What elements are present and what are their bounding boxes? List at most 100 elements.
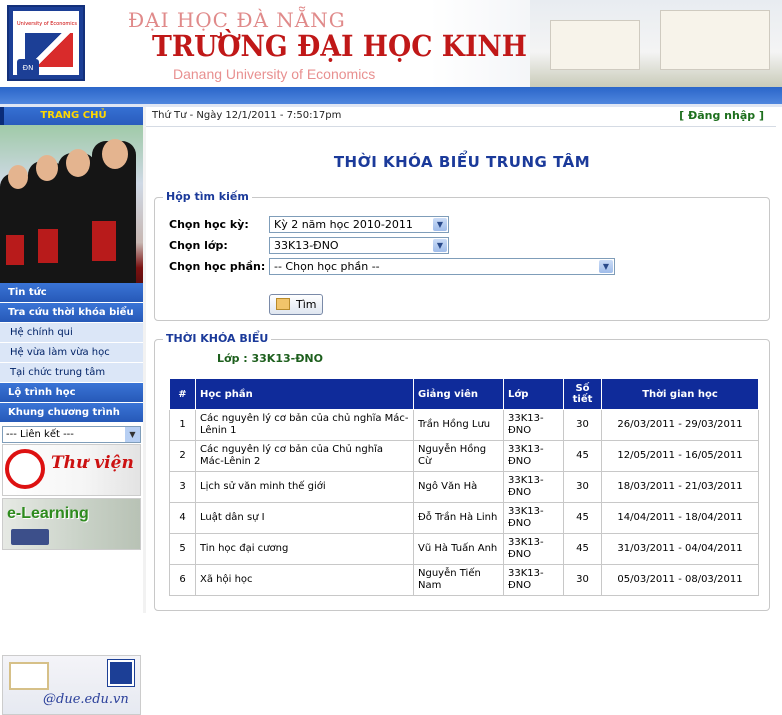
library-logo-icon bbox=[5, 449, 45, 489]
submenu-tai-chuc[interactable]: Tại chức trung tâm bbox=[0, 363, 143, 383]
cell-lecturer: Vũ Hà Tuấn Anh bbox=[413, 533, 504, 565]
elearning-label: e-Learning bbox=[7, 505, 89, 522]
header-course: Học phần bbox=[195, 378, 414, 410]
chevron-down-icon[interactable]: ▼ bbox=[433, 239, 447, 252]
library-label: Thư viện bbox=[51, 453, 134, 473]
table-header-row: # Học phần Giảng viên Lớp Số tiết Thời g… bbox=[169, 378, 759, 410]
table-row: 6 Xã hội học Nguyễn Tiến Nam 33K13-ĐNO 3… bbox=[169, 564, 759, 596]
cell-lecturer: Ngô Văn Hà bbox=[413, 471, 504, 503]
table-row: 2 Các nguyên lý cơ bản của Chủ nghĩa Mác… bbox=[169, 440, 759, 472]
cell-periods: 45 bbox=[563, 440, 602, 472]
menu-tra-cuu-tkb[interactable]: Tra cứu thời khóa biểu bbox=[0, 303, 143, 323]
main-content: Thứ Tư - Ngày 12/1/2011 - 7:50:17pm [ Đă… bbox=[146, 107, 782, 613]
university-logo[interactable]: University of Economics ĐN bbox=[7, 5, 85, 81]
cell-time: 14/04/2011 - 18/04/2011 bbox=[601, 502, 759, 534]
elearning-banner[interactable]: e-Learning bbox=[2, 498, 141, 550]
class-line: Lớp : 33K13-ĐNO bbox=[217, 352, 323, 365]
cell-no: 6 bbox=[169, 564, 196, 596]
building-shape bbox=[550, 20, 640, 70]
face-shape bbox=[8, 165, 28, 189]
cell-lecturer: Đỗ Trần Hà Linh bbox=[413, 502, 504, 534]
cell-course: Luật dân sự I bbox=[195, 502, 414, 534]
university-logo-icon bbox=[107, 659, 135, 687]
building-shape bbox=[660, 10, 770, 70]
logo-text: University of Economics bbox=[17, 21, 78, 27]
cell-time: 18/03/2011 - 21/03/2011 bbox=[601, 471, 759, 503]
table-row: 1 Các nguyên lý cơ bản của chủ nghĩa Mác… bbox=[169, 409, 759, 441]
login-link[interactable]: [ Đăng nhập ] bbox=[679, 109, 764, 122]
cell-lecturer: Nguyễn Hồng Cừ bbox=[413, 440, 504, 472]
cell-course: Lịch sử văn minh thế giới bbox=[195, 471, 414, 503]
class-select[interactable]: 33K13-ĐNO ▼ bbox=[269, 237, 449, 254]
cell-course: Tin học đại cương bbox=[195, 533, 414, 565]
semester-select[interactable]: Kỳ 2 năm học 2010-2011 ▼ bbox=[269, 216, 449, 233]
cell-lecturer: Trần Hồng Lưu bbox=[413, 409, 504, 441]
schedule-table: # Học phần Giảng viên Lớp Số tiết Thời g… bbox=[169, 378, 759, 596]
nav-bar bbox=[0, 87, 782, 104]
logo-seal: ĐN bbox=[17, 59, 39, 77]
cell-periods: 30 bbox=[563, 564, 602, 596]
cell-no: 5 bbox=[169, 533, 196, 565]
cell-no: 3 bbox=[169, 471, 196, 503]
home-link[interactable]: TRANG CHỦ bbox=[0, 107, 143, 125]
cell-class: 33K13-ĐNO bbox=[503, 440, 564, 472]
cell-course: Các nguyên lý cơ bản của chủ nghĩa Mác-L… bbox=[195, 409, 414, 441]
header-lecturer: Giảng viên bbox=[413, 378, 504, 410]
cell-class: 33K13-ĐNO bbox=[503, 409, 564, 441]
campus-photo bbox=[530, 0, 782, 87]
submenu-he-vua-lam[interactable]: Hệ vừa làm vừa học bbox=[0, 343, 143, 363]
face-shape bbox=[36, 155, 58, 181]
diploma-shape bbox=[38, 229, 58, 263]
cell-class: 33K13-ĐNO bbox=[503, 502, 564, 534]
table-row: 4 Luật dân sự I Đỗ Trần Hà Linh 33K13-ĐN… bbox=[169, 502, 759, 534]
keyboard-icon bbox=[11, 529, 49, 545]
class-label: Chọn lớp: bbox=[169, 239, 228, 252]
site-banner: University of Economics ĐN ĐẠI HỌC ĐÀ NẴ… bbox=[0, 0, 782, 87]
graduates-photo bbox=[0, 125, 143, 293]
diploma-shape bbox=[92, 221, 116, 261]
schedule-box: THỜI KHÓA BIỂU Lớp : 33K13-ĐNO # Học phầ… bbox=[154, 332, 770, 611]
header-periods: Số tiết bbox=[563, 378, 602, 410]
cell-periods: 30 bbox=[563, 409, 602, 441]
chevron-down-icon[interactable]: ▼ bbox=[433, 218, 447, 231]
cell-time: 12/05/2011 - 16/05/2011 bbox=[601, 440, 759, 472]
table-row: 3 Lịch sử văn minh thế giới Ngô Văn Hà 3… bbox=[169, 471, 759, 503]
submenu-he-chinh-qui[interactable]: Hệ chính qui bbox=[0, 323, 143, 343]
envelope-icon bbox=[9, 662, 49, 690]
menu-khung-ct[interactable]: Khung chương trình bbox=[0, 403, 143, 423]
header-line3: Danang University of Economics bbox=[173, 66, 376, 82]
table-row: 5 Tin học đại cương Vũ Hà Tuấn Anh 33K13… bbox=[169, 533, 759, 565]
menu-lo-trinh[interactable]: Lộ trình học bbox=[0, 383, 143, 403]
header-line2: TRƯỜNG ĐẠI HỌC KINH TẾ bbox=[152, 29, 577, 63]
diploma-shape bbox=[6, 235, 24, 265]
cell-class: 33K13-ĐNO bbox=[503, 564, 564, 596]
links-dropdown[interactable]: --- Liên kết --- ▼ bbox=[2, 426, 141, 443]
email-banner[interactable]: @due.edu.vn bbox=[2, 655, 141, 715]
search-button[interactable]: Tìm bbox=[269, 294, 323, 315]
links-dropdown-value: --- Liên kết --- bbox=[6, 429, 74, 440]
search-icon bbox=[276, 298, 290, 310]
face-shape bbox=[102, 139, 128, 169]
library-banner[interactable]: Thư viện bbox=[2, 444, 141, 496]
cell-periods: 45 bbox=[563, 502, 602, 534]
semester-label: Chọn học kỳ: bbox=[169, 218, 249, 231]
search-button-label: Tìm bbox=[296, 298, 317, 311]
semester-value: Kỳ 2 năm học 2010-2011 bbox=[274, 218, 413, 231]
cell-class: 33K13-ĐNO bbox=[503, 471, 564, 503]
chevron-down-icon[interactable]: ▼ bbox=[599, 260, 613, 273]
schedule-legend: THỜI KHÓA BIỂU bbox=[163, 332, 272, 345]
menu-tin-tuc[interactable]: Tin tức bbox=[0, 283, 143, 303]
cell-time: 31/03/2011 - 04/04/2011 bbox=[601, 533, 759, 565]
email-label: @due.edu.vn bbox=[43, 692, 129, 707]
page-title: THỜI KHÓA BIỂU TRUNG TÂM bbox=[333, 153, 591, 171]
course-select[interactable]: -- Chọn học phần -- ▼ bbox=[269, 258, 615, 275]
class-value: 33K13-ĐNO bbox=[274, 239, 339, 252]
header-time: Thời gian học bbox=[601, 378, 759, 410]
sidebar: TRANG CHỦ Tin tức Tra cứu thời khóa biểu… bbox=[0, 107, 143, 715]
chevron-down-icon[interactable]: ▼ bbox=[125, 427, 140, 442]
cell-lecturer: Nguyễn Tiến Nam bbox=[413, 564, 504, 596]
header-no: # bbox=[169, 378, 196, 410]
cell-class: 33K13-ĐNO bbox=[503, 533, 564, 565]
cell-periods: 45 bbox=[563, 533, 602, 565]
course-label: Chọn học phần: bbox=[169, 260, 266, 273]
